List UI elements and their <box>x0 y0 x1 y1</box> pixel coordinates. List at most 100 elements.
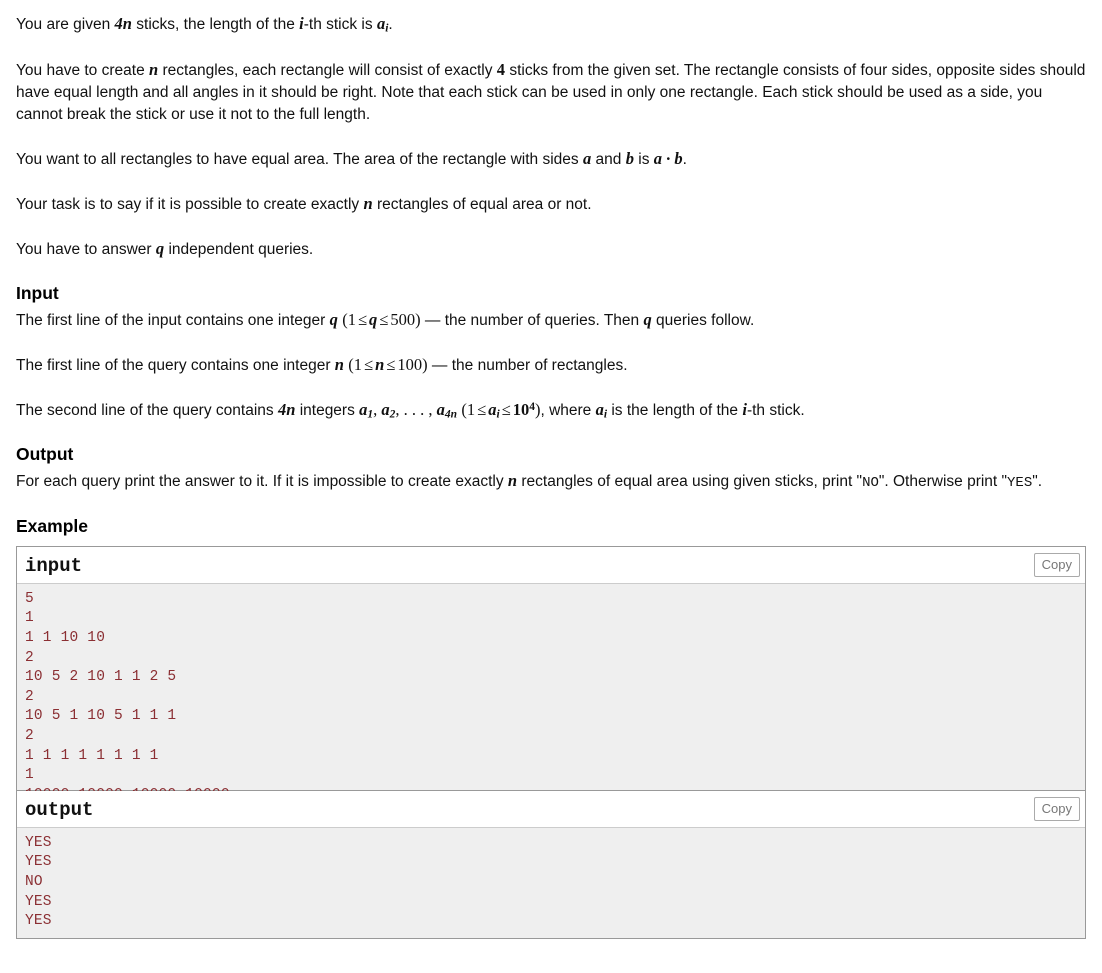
output-section-heading: Output <box>16 444 74 465</box>
comma: , <box>428 399 437 419</box>
text-fragment: You are given <box>16 16 115 33</box>
text-fragment: -th stick is <box>303 16 377 33</box>
text-fragment: For each query print the answer to it. I… <box>16 473 508 491</box>
text-fragment: The first line of the input contains one… <box>16 311 330 329</box>
text-fragment: ". <box>1032 473 1043 491</box>
math-n: n <box>149 59 159 79</box>
math-a: a <box>376 14 386 33</box>
math-lower-bound: 1 <box>466 399 476 419</box>
text-fragment: . <box>388 16 393 33</box>
text-fragment: the number of queries. Then <box>444 311 644 329</box>
math-q: q <box>329 309 338 329</box>
text-fragment: . <box>682 150 687 168</box>
math-leq-icon: ≤ <box>379 309 389 329</box>
output-spec-text: For each query print the answer to it. I… <box>16 469 1086 494</box>
sample-output-title: output <box>25 798 94 821</box>
example-section-heading: Example <box>16 516 88 537</box>
math-upper-bound: 100 <box>397 354 423 374</box>
problem-statement-page: You are given 4n sticks, the length of t… <box>0 0 1102 939</box>
math-lower-bound: 1 <box>353 354 363 374</box>
code-line: 2 <box>25 649 34 666</box>
code-line: 2 <box>25 727 34 744</box>
math-ai: a <box>595 399 604 419</box>
text-fragment: is <box>633 150 654 168</box>
sample-tests: input Copy 5 1 1 1 10 10 2 10 5 2 10 1 1… <box>16 545 1086 939</box>
statement-paragraph-1: You are given 4n sticks, the length of t… <box>16 12 1086 37</box>
math-a-side: a <box>582 148 592 168</box>
text-fragment: independent queries. <box>164 240 314 258</box>
literal-yes: YES <box>1007 475 1033 492</box>
code-line: 1 <box>25 610 34 627</box>
code-line: YES <box>25 854 52 871</box>
copy-input-button[interactable]: Copy <box>1033 552 1080 577</box>
code-line: 1 1 1 1 1 1 1 1 <box>25 747 159 764</box>
text-fragment: You have to answer <box>16 240 156 258</box>
sample-output-box: output Copy YES YES NO YES YES <box>16 789 1086 939</box>
statement-paragraph-2: You have to create n rectangles, each re… <box>16 58 1086 126</box>
text-fragment: rectangles, each rectangle will consist … <box>158 61 497 79</box>
input-section-heading: Input <box>16 282 59 303</box>
code-line: 1 1 10 10 <box>25 630 106 646</box>
text-fragment: queries follow. <box>651 311 755 329</box>
math-4n: 4n <box>114 14 132 33</box>
code-line: 5 <box>25 590 34 607</box>
text-fragment: You want to all rectangles to have equal… <box>16 150 583 168</box>
text-fragment: Your task is to say if it is possible to… <box>16 195 364 213</box>
math-leq-icon: ≤ <box>357 309 368 329</box>
input-spec-line-2: The first line of the query contains one… <box>16 353 1086 377</box>
math-leq-icon: ≤ <box>386 354 396 374</box>
statement-paragraph-5: You have to answer q independent queries… <box>16 237 1086 261</box>
sample-output-content[interactable]: YES YES NO YES YES <box>17 827 1085 938</box>
math-leq-icon: ≤ <box>501 399 511 419</box>
statement-paragraph-3: You want to all rectangles to have equal… <box>16 147 1086 171</box>
code-line: 2 <box>25 688 34 705</box>
input-spec-line-1: The first line of the input contains one… <box>16 308 1086 332</box>
math-4: 4 <box>496 59 506 79</box>
math-upper-bound: 500 <box>390 309 416 329</box>
math-n: n <box>363 193 373 213</box>
code-line: NO <box>25 874 43 890</box>
sample-input-header: input Copy <box>17 546 1085 584</box>
text-fragment: -th stick. <box>746 401 805 419</box>
code-line: 10 5 2 10 1 1 2 5 <box>25 669 177 686</box>
literal-no: NO <box>862 475 879 492</box>
text-fragment: sticks, the length of the <box>131 16 300 33</box>
em-dash: — <box>427 356 452 374</box>
text-fragment: is the length of the <box>607 401 743 419</box>
copy-output-button[interactable]: Copy <box>1033 796 1080 821</box>
text-fragment: the number of rectangles. <box>451 356 628 374</box>
math-q: q <box>643 309 652 329</box>
math-b-side: b <box>625 148 634 168</box>
text-fragment: rectangles of equal area using given sti… <box>517 473 863 491</box>
text-fragment: rectangles of equal area or not. <box>372 195 592 213</box>
math-n: n <box>507 471 518 491</box>
text-fragment: integers <box>295 401 360 419</box>
sample-input-box: input Copy 5 1 1 1 10 10 2 10 5 2 10 1 1… <box>16 545 1086 803</box>
comma: , <box>395 399 404 419</box>
math-leq-icon: ≤ <box>477 399 487 419</box>
text-fragment: The first line of the query contains one… <box>16 356 335 374</box>
text-fragment: You have to create <box>16 61 149 79</box>
code-line: YES <box>25 834 52 851</box>
sample-output-header: output Copy <box>17 790 1085 828</box>
math-n: n <box>334 354 344 374</box>
math-a4n: a <box>436 399 445 419</box>
statement-paragraph-4: Your task is to say if it is possible to… <box>16 192 1086 216</box>
code-line: YES <box>25 913 52 930</box>
text-fragment: and <box>591 150 626 168</box>
math-a4n-subscript: 4n <box>444 408 458 421</box>
math-leq-icon: ≤ <box>364 354 374 374</box>
text-fragment: ". Otherwise print " <box>878 473 1008 491</box>
math-a2: a <box>381 399 390 419</box>
sample-input-content[interactable]: 5 1 1 1 10 10 2 10 5 2 10 1 1 2 5 2 10 5… <box>17 583 1085 803</box>
math-n: n <box>375 354 385 374</box>
math-4n: 4n <box>277 399 296 419</box>
text-fragment: The second line of the query contains <box>16 401 278 419</box>
input-spec-line-3: The second line of the query contains 4n… <box>16 398 1086 423</box>
math-ellipsis: . . . <box>403 399 429 419</box>
sample-input-title: input <box>25 554 83 577</box>
math-a-times-b: a · b <box>653 148 683 168</box>
math-q: q <box>155 238 165 258</box>
text-fragment: , where <box>540 401 596 419</box>
math-lower-bound: 1 <box>347 309 356 329</box>
